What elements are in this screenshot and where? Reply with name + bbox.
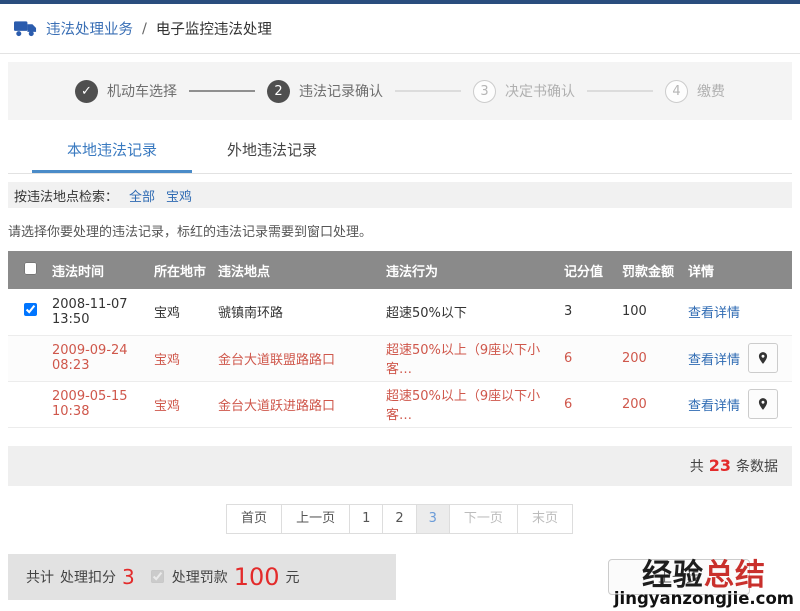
breadcrumb: 违法处理业务 / 电子监控违法处理 [0,4,800,54]
site-watermark: 经验总结 jingyanzongjie.com [613,557,794,609]
count-suffix: 条数据 [736,458,778,475]
header-points: 记分值 [564,264,604,280]
step-1-check-icon: ✓ [75,79,98,103]
truck-icon [14,20,37,36]
header-detail: 详情 [688,264,715,280]
step-3-number: 3 [473,79,496,103]
map-pin-button[interactable] [748,389,779,419]
cell-points: 3 [564,304,573,320]
view-detail-link[interactable]: 查看详情 [688,349,740,368]
cell-time: 2009-05-15 10:38 [52,389,128,419]
page-2[interactable]: 2 [382,503,417,534]
pagination-last: 末页 [516,503,573,534]
fine-unit: 元 [285,569,300,586]
fine-label: 处理罚款 [171,569,228,586]
breadcrumb-separator: / [142,20,147,37]
watermark-text-dark: 经验 [641,557,704,593]
cell-behavior: 超速50%以上（9座以下小客… [386,343,541,377]
cell-fine: 200 [622,350,647,366]
location-pin-icon [758,398,768,410]
watermark-text-red: 总结 [703,557,766,593]
step-1-label: 机动车选择 [107,84,177,100]
totals-box: 共计 处理扣分 3 处理罚款 100 元 [8,553,396,600]
cell-city: 宝鸡 [154,352,181,368]
count-prefix: 共 [689,458,704,475]
select-all-checkbox[interactable] [23,261,37,275]
fine-checkbox [150,570,164,583]
cell-location: 金台大道联盟路路口 [218,352,336,368]
total-label: 共计 [26,569,54,586]
step-2-label: 违法记录确认 [299,84,383,100]
step-3-label: 决定书确认 [505,84,575,100]
map-pin-button[interactable] [748,343,779,373]
pagination-prev[interactable]: 上一页 [281,503,351,534]
watermark-url: jingyanzongjie.com [613,589,794,609]
header-city: 所在地市 [154,264,207,280]
step-payment: 4 缴费 [665,79,725,103]
violations-table: 违法时间 所在地市 违法地点 违法行为 记分值 罚款金额 详情 2008-11-… [8,251,792,428]
breadcrumb-page: 电子监控违法处理 [155,22,272,38]
record-count: 23 [708,456,731,475]
table-header-row: 违法时间 所在地市 违法地点 违法行为 记分值 罚款金额 详情 [8,251,792,289]
pagination-next: 下一页 [448,503,518,534]
header-fine: 罚款金额 [622,264,675,280]
filter-option-all[interactable]: 全部 [129,186,155,205]
pagination-first[interactable]: 首页 [226,503,283,534]
location-pin-icon [758,352,768,364]
cell-location: 金台大道跃进路路口 [218,398,336,414]
cell-city: 宝鸡 [154,306,181,322]
cell-fine: 200 [622,396,647,412]
view-detail-link[interactable]: 查看详情 [688,302,740,321]
points-value: 3 [122,564,135,589]
filter-option-baoji[interactable]: 宝鸡 [166,186,192,205]
row-checkbox[interactable] [23,303,37,317]
header-behavior: 违法行为 [386,264,439,280]
step-connector [395,90,461,92]
header-time: 违法时间 [52,264,105,280]
step-connector [587,90,653,92]
cell-points: 6 [564,350,573,366]
step-wizard: ✓ 机动车选择 2 违法记录确认 3 决定书确认 4 缴费 [8,62,792,120]
step-record-confirm: 2 违法记录确认 [267,79,383,103]
step-decision-confirm: 3 决定书确认 [473,79,575,103]
step-4-number: 4 [665,79,688,103]
step-4-label: 缴费 [697,84,725,100]
pagination: 首页 上一页 1 2 3 下一页 末页 [0,503,800,534]
selection-notice: 请选择你要处理的违法记录，标红的违法记录需要到窗口处理。 [8,225,373,240]
record-tabs: 本地违法记录 外地违法记录 [8,120,792,174]
points-label: 处理扣分 [60,569,116,586]
cell-city: 宝鸡 [154,398,181,414]
page-1[interactable]: 1 [349,503,384,534]
record-count-bar: 共 23 条数据 [8,445,792,486]
view-detail-link[interactable]: 查看详情 [688,395,740,414]
filter-label: 按违法地点检索： [14,189,119,205]
fine-value: 100 [233,562,280,591]
tab-local-records[interactable]: 本地违法记录 [32,120,192,173]
table-row: 2008-11-07 13:50 宝鸡 虢镇南环路 超速50%以下 3 100 … [8,289,792,335]
step-vehicle-selection: ✓ 机动车选择 [75,79,177,103]
header-location: 违法地点 [218,264,271,280]
step-2-number: 2 [267,79,290,103]
breadcrumb-section[interactable]: 违法处理业务 [46,18,133,39]
cell-time: 2008-11-07 13:50 [52,296,128,327]
tab-remote-records[interactable]: 外地违法记录 [192,120,352,173]
cell-points: 6 [564,396,573,412]
cell-behavior: 超速50%以上（9座以下小客… [386,389,541,423]
location-filter-bar: 按违法地点检索： 全部 宝鸡 [8,182,792,208]
page-3-current[interactable]: 3 [415,503,450,534]
cell-fine: 100 [622,304,647,320]
cell-location: 虢镇南环路 [218,306,284,322]
step-connector [189,90,255,92]
cell-time: 2009-09-24 08:23 [52,343,128,373]
violation-processing-page: 违法处理业务 / 电子监控违法处理 ✓ 机动车选择 2 违法记录确认 3 决定书… [0,0,800,611]
table-row-window-only: 2009-05-15 10:38 宝鸡 金台大道跃进路路口 超速50%以上（9座… [8,381,792,427]
cell-behavior: 超速50%以下 [386,306,467,322]
table-row-window-only: 2009-09-24 08:23 宝鸡 金台大道联盟路路口 超速50%以上（9座… [8,335,792,381]
